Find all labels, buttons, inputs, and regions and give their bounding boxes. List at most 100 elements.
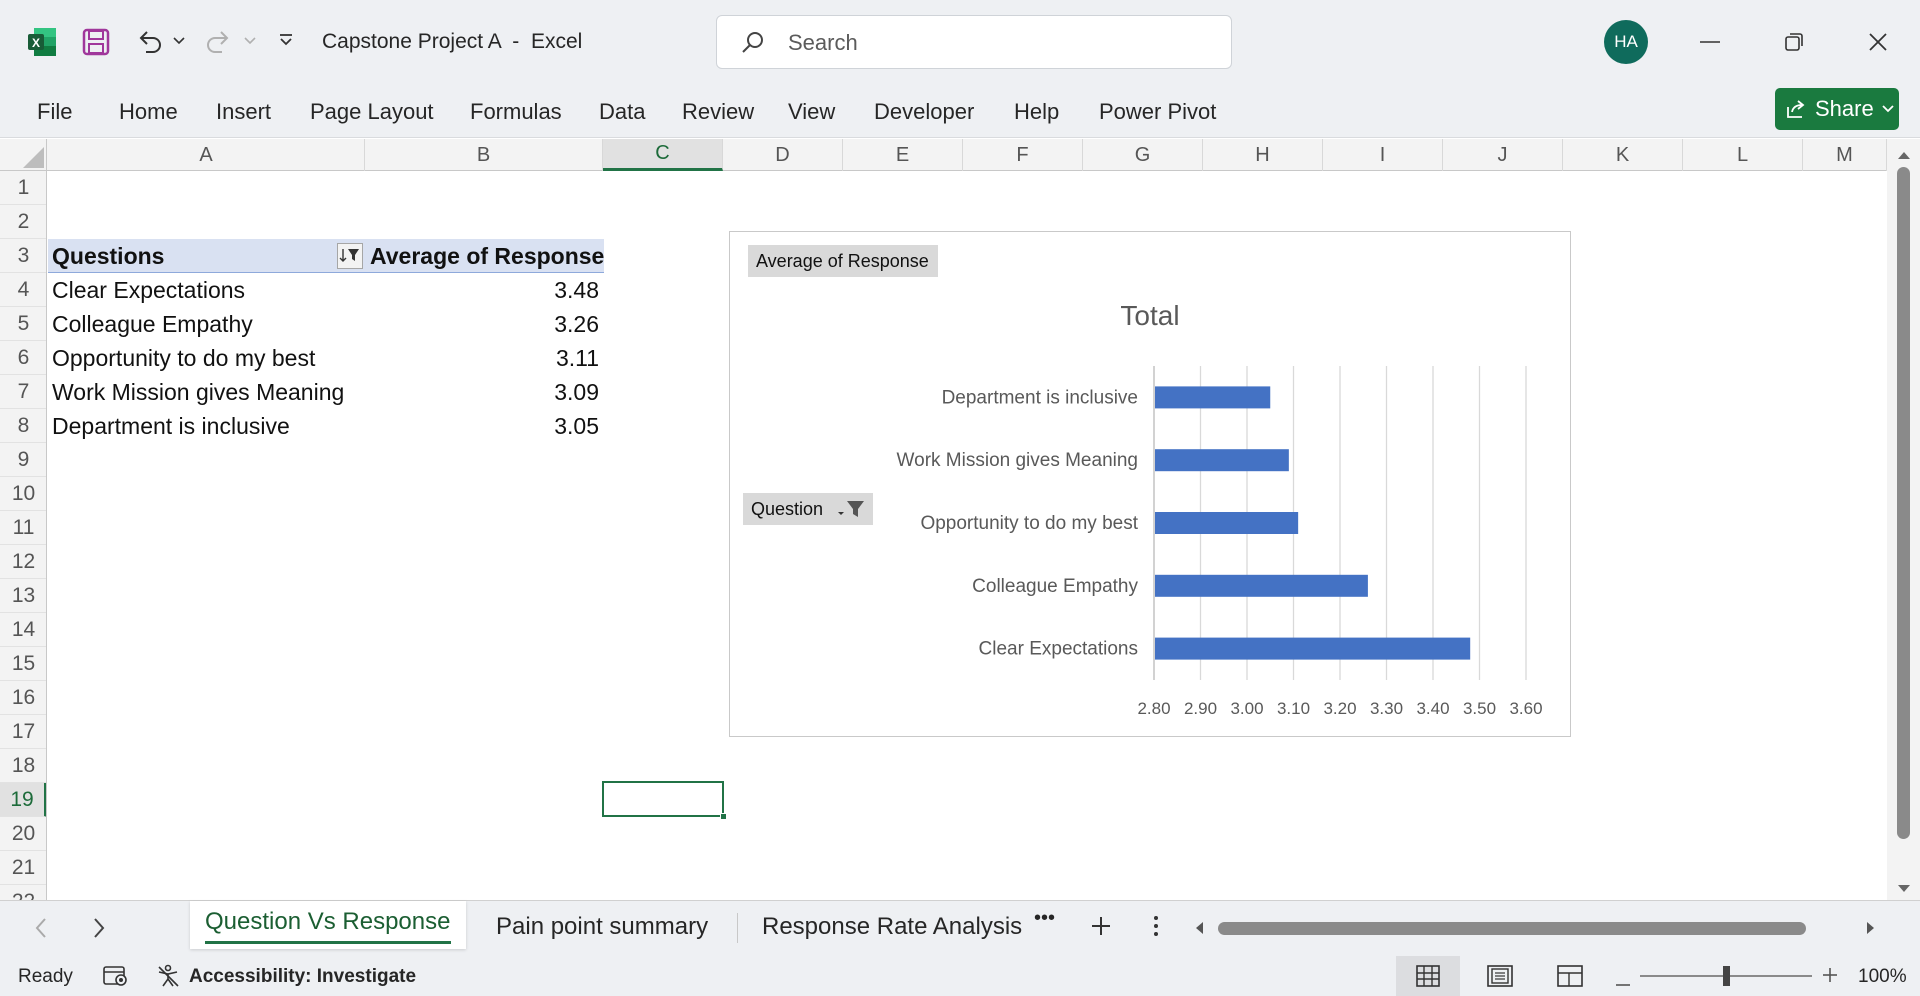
column-header-i[interactable]: I (1323, 139, 1443, 171)
previous-sheet-icon[interactable] (34, 917, 48, 944)
row-header-3[interactable]: 3 (0, 239, 46, 273)
next-sheet-icon[interactable] (92, 917, 106, 944)
tab-data[interactable]: Data (599, 99, 645, 125)
horizontal-scrollbar[interactable] (1188, 915, 1888, 941)
customize-toolbar-icon[interactable] (276, 30, 296, 50)
zoom-slider-thumb[interactable] (1723, 966, 1730, 986)
zoom-slider[interactable] (1640, 966, 1812, 986)
close-icon[interactable] (1864, 28, 1892, 56)
row-header-2[interactable]: 2 (0, 205, 46, 239)
column-header-g[interactable]: G (1083, 139, 1203, 171)
column-header-d[interactable]: D (723, 139, 843, 171)
column-header-f[interactable]: F (963, 139, 1083, 171)
pivot-chart[interactable]: Average of Response Total Question 2.80 2… (729, 231, 1571, 737)
column-header-c[interactable]: C (603, 139, 723, 171)
row-header-4[interactable]: 4 (0, 273, 46, 307)
scroll-right-icon[interactable] (1866, 921, 1876, 940)
macro-recording-icon[interactable] (102, 964, 130, 993)
active-cell-selection[interactable] (602, 781, 727, 820)
pivot-header-average[interactable]: Average of Response (370, 239, 604, 273)
row-header-12[interactable]: 12 (0, 545, 46, 579)
row-header-1[interactable]: 1 (0, 171, 46, 205)
minimize-icon[interactable] (1696, 28, 1724, 56)
page-layout-view-icon[interactable] (1487, 965, 1513, 992)
column-header-l[interactable]: L (1683, 139, 1803, 171)
row-header-9[interactable]: 9 (0, 443, 46, 477)
search-input[interactable]: Search (716, 15, 1232, 69)
scroll-left-icon[interactable] (1194, 921, 1204, 940)
column-header-h[interactable]: H (1203, 139, 1323, 171)
save-icon[interactable] (80, 26, 112, 58)
tab-file[interactable]: File (37, 99, 72, 125)
restore-icon[interactable] (1780, 28, 1808, 56)
pivot-row-label[interactable]: Opportunity to do my best (52, 341, 315, 375)
column-header-m[interactable]: M (1803, 139, 1887, 171)
row-header-13[interactable]: 13 (0, 579, 46, 613)
pivot-row-value[interactable]: 3.11 (419, 341, 599, 375)
row-header-18[interactable]: 18 (0, 749, 46, 783)
sheet-tab-question-vs-response[interactable]: Question Vs Response (190, 901, 466, 949)
row-header-22[interactable]: 22 (0, 885, 46, 901)
tab-power-pivot[interactable]: Power Pivot (1099, 99, 1216, 125)
tab-page-layout[interactable]: Page Layout (310, 99, 434, 125)
worksheet-grid[interactable]: Questions Average of Response Clear Expe… (48, 171, 1886, 900)
row-header-11[interactable]: 11 (0, 511, 46, 545)
redo-icon[interactable] (202, 24, 236, 58)
select-all-corner[interactable] (0, 139, 47, 171)
row-header-20[interactable]: 20 (0, 817, 46, 851)
column-header-a[interactable]: A (48, 139, 365, 171)
row-header-6[interactable]: 6 (0, 341, 46, 375)
zoom-level[interactable]: 100% (1858, 966, 1907, 988)
tab-formulas[interactable]: Formulas (470, 99, 562, 125)
accessibility-status[interactable]: Accessibility: Investigate (189, 966, 416, 988)
pivot-row-value[interactable]: 3.05 (419, 409, 599, 443)
sheet-options-icon[interactable] (1152, 915, 1160, 942)
normal-view-icon[interactable] (1396, 956, 1460, 996)
column-header-j[interactable]: J (1443, 139, 1563, 171)
sheet-tab-response-rate-analysis[interactable]: Response Rate Analysis (762, 913, 1022, 941)
zoom-in-icon[interactable] (1822, 967, 1838, 988)
row-header-21[interactable]: 21 (0, 851, 46, 885)
filter-sort-icon[interactable] (337, 243, 363, 269)
pivot-row-value[interactable]: 3.26 (419, 307, 599, 341)
row-header-10[interactable]: 10 (0, 477, 46, 511)
vertical-scroll-thumb[interactable] (1897, 167, 1910, 839)
tab-review[interactable]: Review (682, 99, 754, 125)
tab-developer[interactable]: Developer (874, 99, 974, 125)
pivot-header-questions[interactable]: Questions (52, 239, 164, 273)
scroll-up-icon[interactable] (1897, 147, 1911, 165)
pivot-row-label[interactable]: Colleague Empathy (52, 307, 253, 341)
tab-view[interactable]: View (788, 99, 835, 125)
row-header-19[interactable]: 19 (0, 783, 46, 817)
avatar[interactable]: HA (1604, 20, 1648, 64)
add-sheet-icon[interactable] (1090, 915, 1112, 942)
column-header-e[interactable]: E (843, 139, 963, 171)
row-header-8[interactable]: 8 (0, 409, 46, 443)
pivot-row-label[interactable]: Work Mission gives Meaning (52, 375, 344, 409)
tab-insert[interactable]: Insert (216, 99, 271, 125)
redo-dropdown-icon[interactable] (243, 34, 257, 48)
column-header-b[interactable]: B (365, 139, 603, 171)
page-break-view-icon[interactable] (1557, 965, 1583, 992)
horizontal-scroll-thumb[interactable] (1218, 922, 1806, 935)
pivot-row-label[interactable]: Department is inclusive (52, 409, 290, 443)
pivot-row-value[interactable]: 3.09 (419, 375, 599, 409)
tab-home[interactable]: Home (119, 99, 178, 125)
vertical-scrollbar[interactable] (1887, 139, 1920, 900)
row-header-15[interactable]: 15 (0, 647, 46, 681)
undo-icon[interactable] (132, 24, 166, 58)
accessibility-icon[interactable] (156, 964, 182, 993)
pivot-row-value[interactable]: 3.48 (419, 273, 599, 307)
share-button[interactable]: Share (1775, 88, 1899, 130)
fill-handle[interactable] (720, 813, 727, 820)
more-sheets-button[interactable]: ••• (1034, 907, 1055, 930)
tab-help[interactable]: Help (1014, 99, 1059, 125)
scroll-down-icon[interactable] (1897, 881, 1911, 899)
undo-dropdown-icon[interactable] (172, 34, 186, 48)
row-header-5[interactable]: 5 (0, 307, 46, 341)
row-header-7[interactable]: 7 (0, 375, 46, 409)
zoom-out-icon[interactable] (1616, 974, 1630, 992)
row-header-17[interactable]: 17 (0, 715, 46, 749)
row-header-14[interactable]: 14 (0, 613, 46, 647)
column-header-k[interactable]: K (1563, 139, 1683, 171)
